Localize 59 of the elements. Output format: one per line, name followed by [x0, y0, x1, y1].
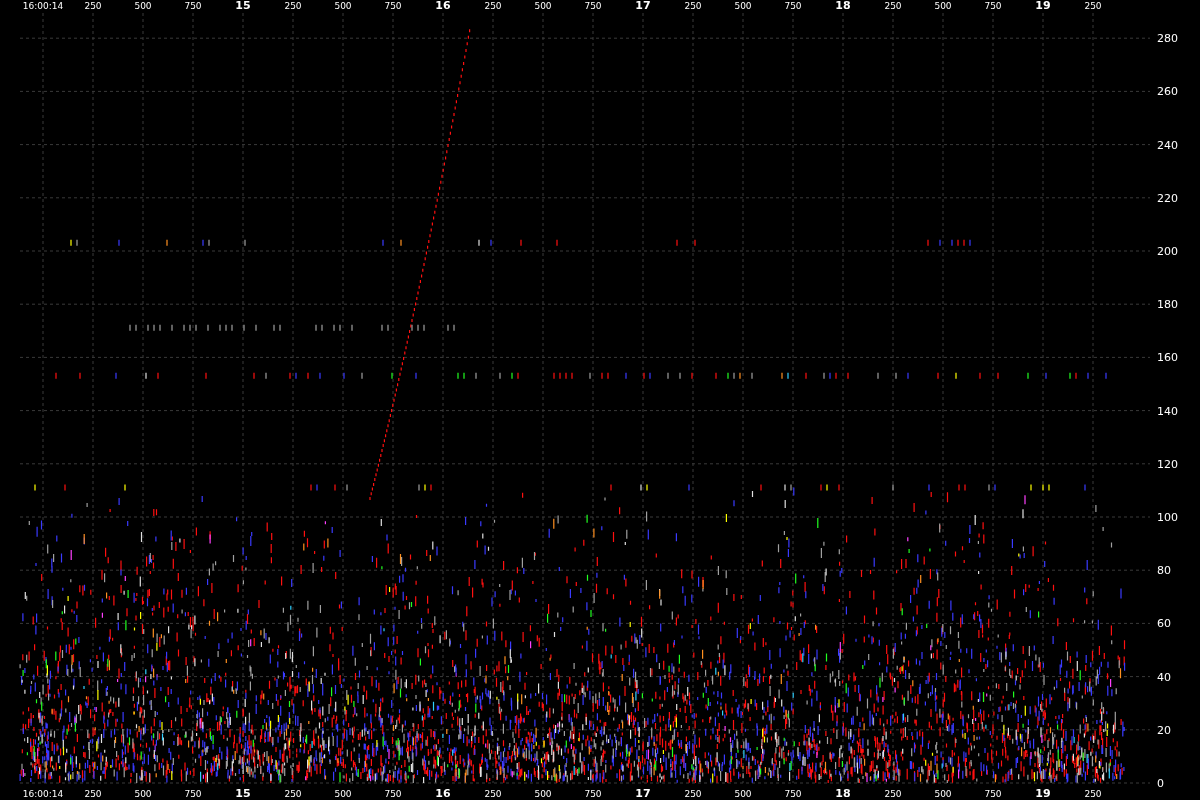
time-axis-label: 18	[835, 0, 851, 12]
time-axis-label: 500	[934, 789, 952, 799]
value-axis-label: 260	[1157, 85, 1178, 99]
time-axis-label: 17	[635, 787, 651, 800]
time-axis-label: 17	[635, 0, 651, 12]
value-axis-label: 20	[1157, 723, 1171, 737]
time-axis-label: 16:00:14	[22, 1, 64, 11]
time-axis-label: 250	[1084, 1, 1102, 11]
time-axis-label: 500	[934, 1, 952, 11]
time-axis-label: 250	[484, 1, 502, 11]
value-axis-label: 160	[1157, 351, 1178, 365]
time-axis-label: 750	[984, 1, 1002, 11]
value-axis-label: 280	[1157, 32, 1178, 46]
time-axis-label: 750	[584, 1, 602, 11]
time-axis-label: 750	[784, 1, 802, 11]
time-axis-label: 16:00:14	[22, 789, 64, 799]
time-axis-label: 250	[284, 1, 302, 11]
time-axis-label: 250	[884, 1, 902, 11]
time-axis-label: 500	[334, 1, 352, 11]
value-axis-label: 80	[1157, 564, 1171, 578]
time-axis-label: 750	[184, 789, 202, 799]
time-axis-label: 500	[534, 789, 552, 799]
value-axis-label: 60	[1157, 617, 1171, 631]
time-axis-label: 750	[584, 789, 602, 799]
time-axis-label: 250	[484, 789, 502, 799]
time-axis-label: 500	[134, 1, 152, 11]
time-axis-label: 16	[435, 0, 451, 12]
time-axis-label: 500	[534, 1, 552, 11]
time-axis-label: 250	[884, 789, 902, 799]
time-axis-label: 16	[435, 787, 451, 800]
time-axis-label: 19	[1035, 787, 1051, 800]
time-axis-label: 15	[235, 787, 251, 800]
time-axis-label: 750	[784, 789, 802, 799]
value-axis-label: 180	[1157, 298, 1178, 312]
value-axis-label: 120	[1157, 457, 1178, 471]
time-axis-label: 18	[835, 787, 851, 800]
time-axis-label: 250	[1084, 789, 1102, 799]
time-axis-label: 15	[235, 0, 251, 12]
value-axis-label: 240	[1157, 138, 1178, 152]
time-axis-label: 250	[84, 789, 102, 799]
value-axis-label: 0	[1157, 777, 1164, 790]
time-axis-label: 500	[734, 1, 752, 11]
value-axis-label: 140	[1157, 404, 1178, 418]
time-axis-label: 750	[984, 789, 1002, 799]
value-axis-label: 220	[1157, 191, 1178, 205]
time-axis-label: 19	[1035, 0, 1051, 12]
time-axis-label: 250	[684, 1, 702, 11]
time-axis-label: 750	[184, 1, 202, 11]
time-axis-label: 250	[684, 789, 702, 799]
time-axis-label: 500	[134, 789, 152, 799]
value-axis-label: 40	[1157, 670, 1171, 684]
time-axis-label: 750	[384, 1, 402, 11]
value-axis-label: 200	[1157, 245, 1178, 258]
value-axis-label: 100	[1157, 511, 1178, 524]
time-axis-label: 250	[84, 1, 102, 11]
time-axis-label: 500	[334, 789, 352, 799]
time-axis-label: 500	[734, 789, 752, 799]
time-axis-label: 250	[284, 789, 302, 799]
time-axis-label: 750	[384, 789, 402, 799]
